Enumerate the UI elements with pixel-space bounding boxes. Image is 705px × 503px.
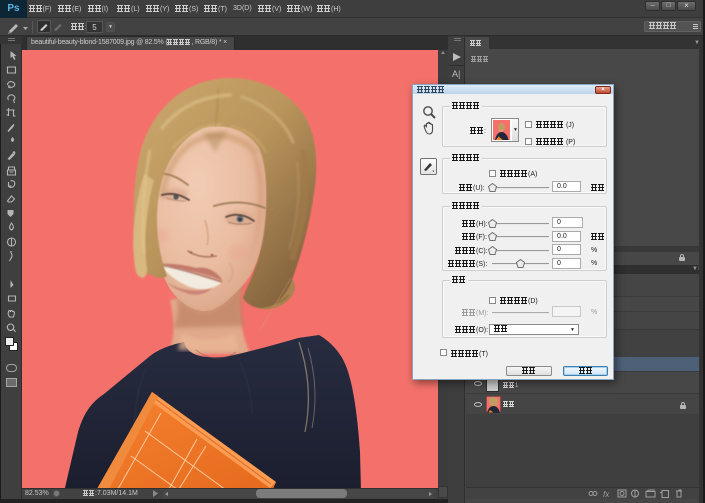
svg-text:fx: fx xyxy=(603,490,610,498)
